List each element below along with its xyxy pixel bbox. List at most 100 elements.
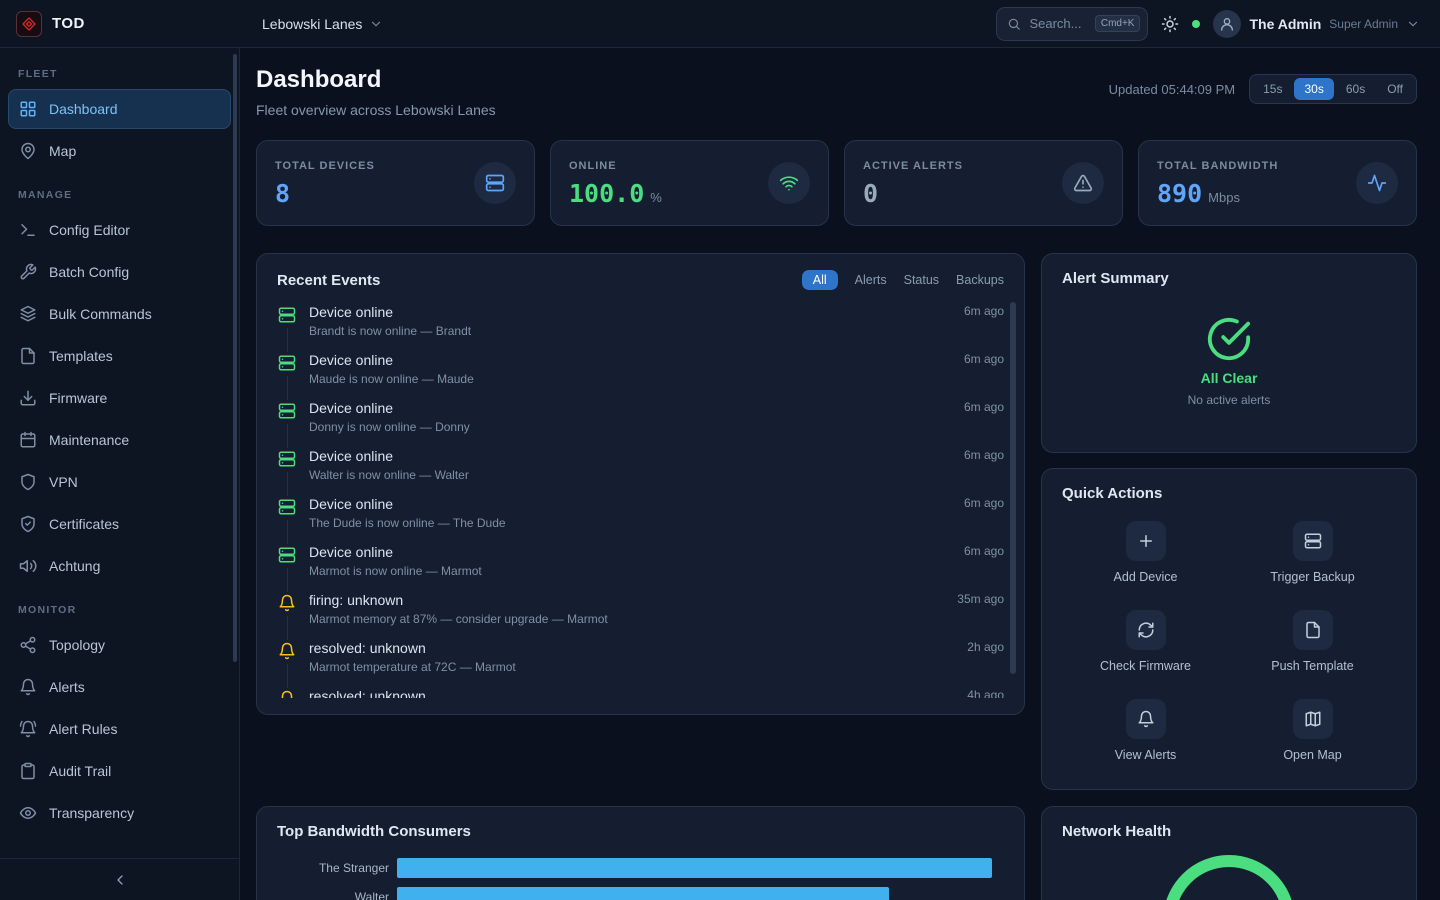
event-time: 4h ago [967,688,1004,698]
network-icon [19,636,37,654]
sidebar-item-certificates[interactable]: Certificates [8,504,231,544]
sidebar-section-label: MANAGE [8,173,231,208]
event-row: Device onlineMarmot is now online — Marm… [277,544,1004,592]
bandwidth-row: The Stranger [277,858,1004,878]
server-icon [278,402,296,420]
event-row: Device onlineWalter is now online — Walt… [277,448,1004,496]
timeline-connector [287,520,288,544]
sidebar-item-maintenance[interactable]: Maintenance [8,420,231,460]
server-icon [278,354,296,372]
sidebar-item-vpn[interactable]: VPN [8,462,231,502]
stat-value: 0 [863,181,878,206]
stat-value: 890 [1157,181,1202,206]
timeline-connector [287,328,288,352]
quick-action-push-template[interactable]: Push Template [1229,610,1396,673]
event-row: firing: unknownMarmot memory at 87% — co… [277,592,1004,640]
timeline-connector [287,568,288,592]
quick-actions-title: Quick Actions [1062,485,1162,502]
stat-suffix: Mbps [1208,190,1240,205]
page-header: Dashboard Fleet overview across Lebowski… [256,66,1417,118]
sidebar-item-config-editor[interactable]: Config Editor [8,210,231,250]
event-title: Device online [309,400,952,416]
sidebar-item-achtung[interactable]: Achtung [8,546,231,586]
quick-action-add-device[interactable]: Add Device [1062,521,1229,584]
stat-icon-box [1356,162,1398,204]
events-tab-backups[interactable]: Backups [956,273,1004,287]
refresh-option-30s[interactable]: 30s [1294,78,1333,100]
sidebar-item-label: Firmware [49,390,107,406]
quick-action-trigger-backup[interactable]: Trigger Backup [1229,521,1396,584]
app-root: TOD Lebowski Lanes Search... Cmd+K The A… [0,0,1440,900]
sidebar-section-label: FLEET [8,52,231,87]
theme-toggle-button[interactable] [1161,15,1179,33]
refresh-option-15s[interactable]: 15s [1253,78,1292,100]
sidebar-item-alerts[interactable]: Alerts [8,667,231,707]
app-name: TOD [52,15,85,32]
event-title: firing: unknown [309,592,945,608]
sidebar-item-bulk-commands[interactable]: Bulk Commands [8,294,231,334]
stat-label: TOTAL DEVICES [275,160,375,172]
event-title: Device online [309,352,952,368]
refresh-option-off[interactable]: Off [1377,78,1413,100]
stat-label: TOTAL BANDWIDTH [1157,160,1278,172]
volume-icon [19,557,37,575]
avatar [1213,10,1241,38]
event-tabs: All Alerts Status Backups [802,270,1004,290]
quick-action-check-firmware[interactable]: Check Firmware [1062,610,1229,673]
sidebar-item-templates[interactable]: Templates [8,336,231,376]
events-tab-alerts[interactable]: Alerts [855,273,887,287]
server-icon [278,450,296,468]
event-row: Device onlineThe Dude is now online — Th… [277,496,1004,544]
brand: TOD [0,11,240,37]
sidebar-item-topology[interactable]: Topology [8,625,231,665]
quick-action-label: Trigger Backup [1270,570,1354,584]
refresh-option-60s[interactable]: 60s [1336,78,1375,100]
events-tab-status[interactable]: Status [904,273,939,287]
sidebar-item-label: Config Editor [49,222,130,238]
stat-icon-box [1062,162,1104,204]
sidebar-item-label: Certificates [49,516,119,532]
server-icon [278,546,296,564]
user-menu[interactable]: The Admin Super Admin [1213,10,1420,38]
sidebar-item-dashboard[interactable]: Dashboard [8,89,231,129]
sidebar-item-map[interactable]: Map [8,131,231,171]
fleet-selector[interactable]: Lebowski Lanes [256,15,389,33]
bell-icon [278,594,296,612]
stat-card-online: ONLINE100.0% [550,140,829,226]
quick-actions-grid: Add Device Trigger Backup Check Firmware Pu… [1062,521,1396,762]
sidebar-item-label: Maintenance [49,432,129,448]
bell-icon [1137,710,1155,728]
sidebar-scrollbar[interactable] [233,54,237,662]
search-input[interactable]: Search... Cmd+K [996,7,1148,41]
events-scrollbar[interactable] [1010,302,1016,674]
timeline-connector [287,472,288,496]
sidebar-item-firmware[interactable]: Firmware [8,378,231,418]
sidebar-item-batch-config[interactable]: Batch Config [8,252,231,292]
bandwidth-chart-title: Top Bandwidth Consumers [277,823,471,840]
sidebar-collapse-button[interactable] [0,858,239,900]
quick-action-label: Push Template [1271,659,1353,673]
sidebar-item-label: Alerts [49,679,85,695]
event-title: resolved: unknown [309,640,955,656]
shield-icon [19,473,37,491]
quick-action-view-alerts[interactable]: View Alerts [1062,699,1229,762]
sidebar-item-audit-trail[interactable]: Audit Trail [8,751,231,791]
fleet-selector-label: Lebowski Lanes [262,16,362,32]
search-placeholder: Search... [1029,16,1086,31]
refresh-interval-segmented-control: 15s30s60sOff [1249,74,1417,104]
events-tab-all[interactable]: All [802,270,838,290]
sidebar-item-label: VPN [49,474,78,490]
sidebar: FLEETDashboardMapMANAGE Config Editor Batc… [0,48,240,900]
quick-action-open-map[interactable]: Open Map [1229,699,1396,762]
download-icon [19,389,37,407]
event-detail: Donny is now online — Donny [309,420,952,434]
server-icon [278,498,296,516]
event-detail: Marmot temperature at 72C — Marmot [309,660,955,674]
quick-action-label: View Alerts [1115,748,1177,762]
sidebar-item-alert-rules[interactable]: Alert Rules [8,709,231,749]
event-row: resolved: unknown Marmot temperature at 7… [277,640,1004,688]
sidebar-item-label: Audit Trail [49,763,111,779]
stat-value: 8 [275,181,290,206]
app-logo-icon [16,11,42,37]
sidebar-item-transparency[interactable]: Transparency [8,793,231,833]
